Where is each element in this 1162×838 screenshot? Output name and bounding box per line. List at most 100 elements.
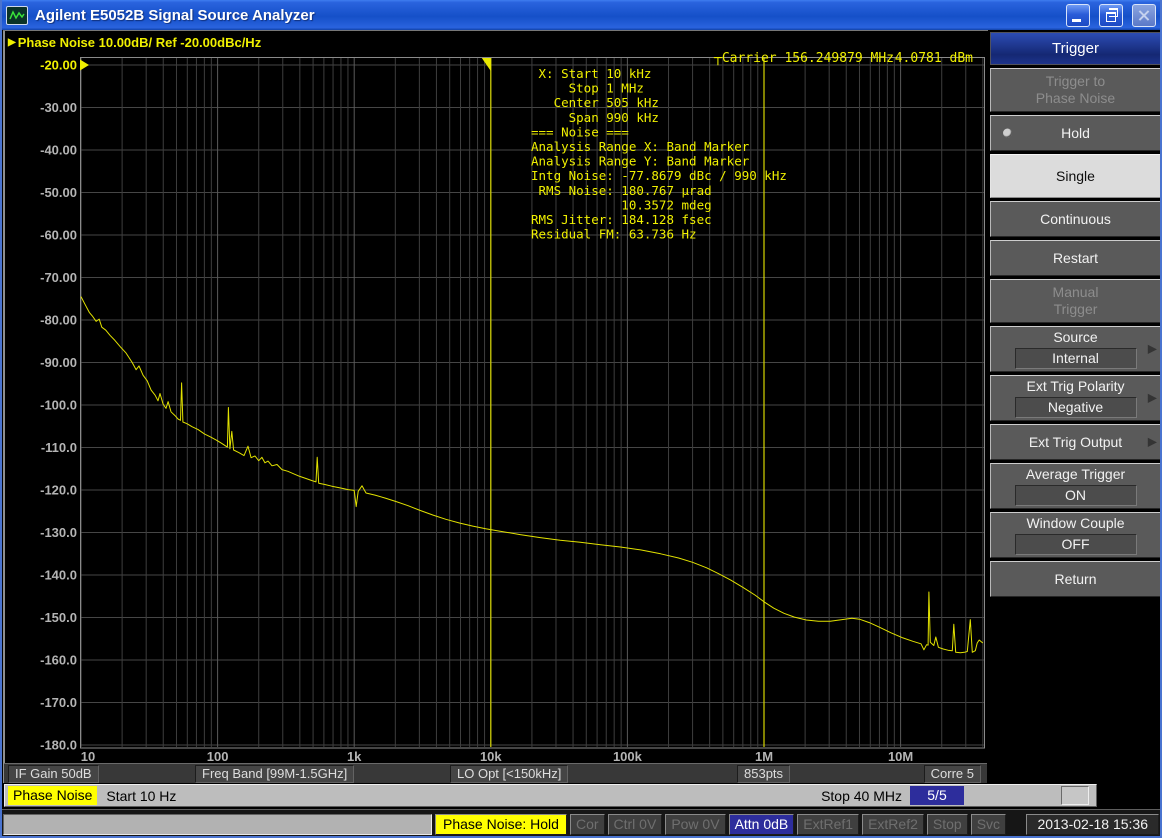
- y-axis-label: -50.00: [40, 185, 77, 200]
- y-axis-label: -60.00: [40, 228, 77, 243]
- trace-header[interactable]: ▶ Phase Noise 10.00dB/ Ref -20.00dBc/Hz: [8, 35, 261, 50]
- toolbar-label-853pts: 853pts: [737, 765, 790, 783]
- minimize-icon: [1072, 19, 1081, 22]
- sidebar-item-label: Source: [1053, 329, 1097, 346]
- sidebar-item-ext-trig-polarity[interactable]: Ext Trig PolarityNegative▶: [990, 375, 1161, 421]
- sidebar-item-trigger-to-phase-noise: Trigger toPhase Noise: [990, 68, 1161, 112]
- sidebar-item-return[interactable]: Return: [990, 561, 1161, 597]
- status-indicator-ctrl-0v: Ctrl 0V: [608, 814, 663, 835]
- noise-analysis-line: X: Start 10 kHz: [531, 66, 651, 81]
- sidebar-item-label: ManualTrigger: [1053, 284, 1099, 318]
- y-axis-label: -80.00: [40, 313, 77, 328]
- sidebar-item-source[interactable]: Source Internal ▶: [990, 326, 1161, 372]
- y-axis-label: -160.0: [40, 653, 77, 668]
- sidebar-item-value: ON: [1015, 485, 1137, 506]
- status-indicator-extref2: ExtRef2: [862, 814, 924, 835]
- sidebar-item-restart[interactable]: Restart: [990, 240, 1161, 276]
- measurement-window-edge: [3, 31, 5, 783]
- x-axis-label: 100: [207, 749, 229, 764]
- x-axis-label: 1M: [755, 749, 773, 764]
- x-axis-label: 1k: [347, 749, 362, 764]
- noise-analysis-line: RMS Noise: 180.767 µrad: [531, 183, 712, 198]
- sidebar-item-label: Ext Trig Output: [1029, 434, 1122, 451]
- y-axis-label: -110.0: [41, 440, 77, 455]
- noise-analysis-line: === Noise ===: [531, 124, 629, 139]
- sweep-start-label: Start 10 Hz: [106, 788, 176, 804]
- noise-analysis-line: Intg Noise: -77.8679 dBc / 990 kHz: [531, 168, 787, 183]
- y-axis-label: -30.00: [40, 100, 77, 115]
- noise-analysis-line: Span 990 kHz: [531, 110, 659, 125]
- sidebar-item-label: Return: [1054, 571, 1096, 588]
- title-bar: Agilent E5052B Signal Source Analyzer: [0, 0, 1162, 30]
- noise-analysis-line: Analysis Range X: Band Marker: [531, 139, 750, 154]
- status-indicator-extref1: ExtRef1: [797, 814, 859, 835]
- toolbar-label-lo-opt-150khz: LO Opt [<150kHz]: [450, 765, 568, 783]
- sidebar-item-label: Continuous: [1040, 211, 1111, 228]
- app-icon: [6, 6, 28, 25]
- sidebar-item-label: Hold: [1061, 125, 1090, 142]
- status-indicator-pow-0v: Pow 0V: [665, 814, 725, 835]
- y-axis-label: -130.0: [40, 525, 77, 540]
- x-axis-label: 10: [81, 749, 95, 764]
- window-status-row: Phase Noise Start 10 Hz Stop 40 MHz 5/5: [4, 784, 1097, 807]
- sidebar-item-label: Restart: [1053, 250, 1098, 267]
- softkey-menu: Trigger Trigger toPhase Noise Hold Single C…: [990, 32, 1161, 597]
- minimize-button[interactable]: [1066, 4, 1090, 27]
- status-indicator-stop: Stop: [927, 814, 968, 835]
- y-axis-label: -170.0: [40, 695, 77, 710]
- noise-analysis-line: Residual FM: 63.736 Hz: [531, 227, 697, 242]
- sweep-stop-label: Stop 40 MHz: [821, 788, 902, 804]
- active-measurement-chip[interactable]: Phase Noise: [8, 786, 97, 805]
- sidebar-item-label: Average Trigger: [1026, 466, 1125, 483]
- toolbar-label-corre-5: Corre 5: [924, 765, 981, 783]
- sidebar-item-manual-trigger: ManualTrigger: [990, 279, 1161, 323]
- submenu-arrow-icon: ▶: [1148, 434, 1157, 451]
- close-button[interactable]: [1132, 4, 1156, 27]
- ref-level-marker[interactable]: [80, 60, 89, 71]
- x-axis-label: 10k: [480, 749, 502, 764]
- sidebar-item-average-trigger[interactable]: Average Trigger ON: [990, 463, 1161, 509]
- restore-button[interactable]: [1099, 4, 1123, 27]
- sidebar-item-label: Trigger toPhase Noise: [1036, 73, 1115, 107]
- status-indicator-cor: Cor: [570, 814, 605, 835]
- window-title: Agilent E5052B Signal Source Analyzer: [35, 7, 1057, 24]
- noise-analysis-line: Analysis Range Y: Band Marker: [531, 154, 750, 169]
- sidebar-item-continuous[interactable]: Continuous: [990, 201, 1161, 237]
- toolbar-label-freq-band-99m-1-5ghz: Freq Band [99M-1.5GHz]: [195, 765, 354, 783]
- measurement-window-edge-top: [3, 30, 988, 31]
- y-axis-label: -70.00: [40, 270, 77, 285]
- status-spare-button[interactable]: [1061, 786, 1089, 805]
- status-indicator-phase-noise-hold: Phase Noise: Hold: [435, 814, 567, 835]
- y-axis-label: -120.0: [40, 483, 77, 498]
- status-indicator-svc: Svc: [971, 814, 1006, 835]
- measurement-toolbar: IF Gain 50dB Freq Band [99M-1.5GHz] LO Opt…: [4, 763, 987, 783]
- sidebar-item-value: Internal: [1015, 348, 1137, 369]
- y-axis-label: -150.0: [40, 610, 77, 625]
- x-axis-label: 10M: [888, 749, 913, 764]
- message-area: [3, 814, 432, 835]
- toolbar-label-if-gain-50db: IF Gain 50dB: [8, 765, 99, 783]
- y-axis-label: -40.00: [40, 143, 77, 158]
- sidebar-item-value: OFF: [1015, 534, 1137, 555]
- x-axis-label: 100k: [613, 749, 643, 764]
- submenu-arrow-icon: ▶: [1148, 341, 1157, 358]
- y-axis-label: -20.00: [40, 58, 77, 73]
- y-axis-label: -140.0: [40, 568, 77, 583]
- status-indicator-attn-0db: Attn 0dB: [729, 814, 795, 835]
- datetime-display: 2013-02-18 15:36: [1026, 814, 1159, 835]
- page-indicator[interactable]: 5/5: [910, 786, 964, 805]
- softkey-menu-title: Trigger: [990, 32, 1161, 65]
- noise-analysis-line: Center 505 kHz: [531, 95, 659, 110]
- noise-analysis-line: 10.3572 mdeg: [531, 197, 712, 212]
- sidebar-item-label: Window Couple: [1026, 515, 1124, 532]
- sidebar-item-ext-trig-output[interactable]: Ext Trig Output ▶: [990, 424, 1161, 460]
- sidebar-item-hold[interactable]: Hold: [990, 115, 1161, 151]
- carrier-readout: ┬Carrier 156.249879 MHz: [713, 51, 894, 66]
- sidebar-item-single[interactable]: Single: [990, 154, 1161, 198]
- sidebar-item-label: Ext Trig Polarity: [1026, 378, 1124, 395]
- sidebar-item-value: Negative: [1015, 397, 1137, 418]
- noise-analysis-line: RMS Jitter: 184.128 fsec: [531, 212, 712, 227]
- sidebar-item-window-couple[interactable]: Window Couple OFF: [990, 512, 1161, 558]
- y-axis-label: -180.0: [40, 738, 77, 753]
- trace-header-label: Phase Noise 10.00dB/ Ref -20.00dBc/Hz: [18, 35, 262, 50]
